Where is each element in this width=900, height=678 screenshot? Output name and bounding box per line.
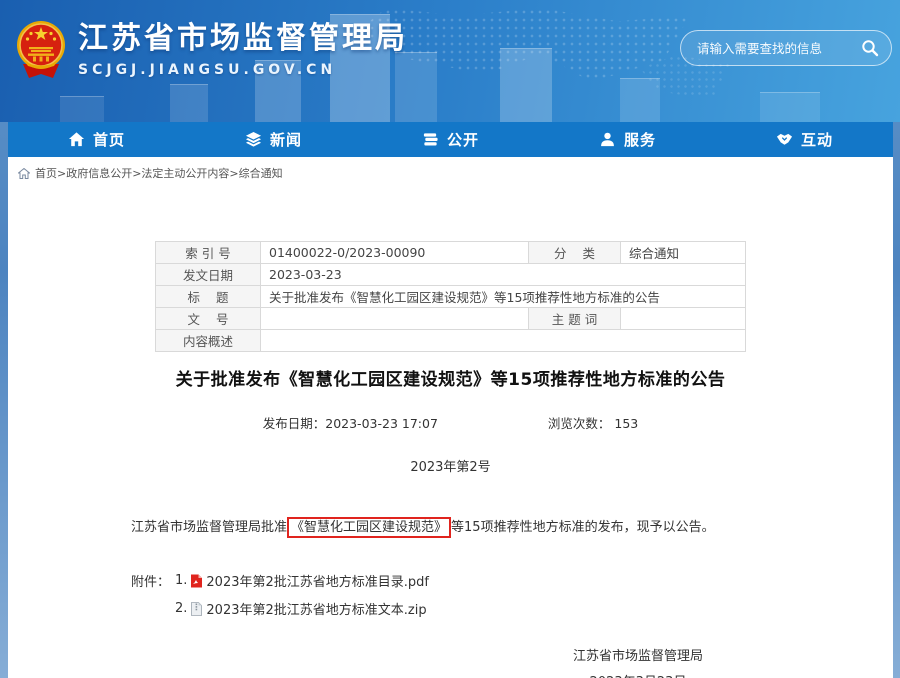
home-icon [68,131,85,148]
meta-label-summary: 内容概述 [156,330,261,352]
article-meta-row: 发布日期：2023-03-23 17:07 浏览次数： 153 [8,413,893,432]
nav-item-interaction[interactable]: 互动 [716,122,893,157]
site-banner: 江苏省市场监督管理局 SCJGJ.JIANGSU.GOV.CN [0,0,900,122]
cityscape-decoration [760,92,820,122]
content-area: 首页>政府信息公开>法定主动公开内容>综合通知 索 引 号 01400022-0… [8,157,893,678]
layers-icon [245,131,262,148]
home-icon [18,168,30,179]
zip-icon [190,602,203,616]
meta-value-summary [261,330,746,352]
breadcrumb-path[interactable]: 首页>政府信息公开>法定主动公开内容>综合通知 [35,165,283,181]
cityscape-decoration [620,78,660,122]
meta-label-index: 索 引 号 [156,242,261,264]
nav-label: 服务 [624,129,656,150]
attachment-index: 1. [175,573,187,588]
meta-label-category: 分 类 [529,242,621,264]
meta-label-date: 发文日期 [156,264,261,286]
user-icon [599,131,616,148]
signature-organization: 江苏省市场监督管理局 [533,644,743,670]
attachment-list: 1. 2023年第2批江苏省地方标准目录.pdf 2. [175,571,429,618]
nav-item-services[interactable]: 服务 [539,122,716,157]
meta-value-category: 综合通知 [621,242,746,264]
breadcrumb: 首页>政府信息公开>法定主动公开内容>综合通知 [8,157,893,186]
attachment-link-zip[interactable]: 2. 2023年第2批江苏省地方标准文本.zip [175,599,429,618]
meta-value-title: 关于批准发布《智慧化工园区建设规范》等15项推荐性地方标准的公告 [261,286,746,308]
nav-label: 新闻 [270,129,302,150]
signature-date: 2023年3月23日 [533,670,743,678]
document-number: 2023年第2号 [8,456,893,475]
meta-label-title: 标 题 [156,286,261,308]
nav-label: 公开 [447,129,479,150]
nav-label: 首页 [93,129,125,150]
article-title: 关于批准发布《智慧化工园区建设规范》等15项推荐性地方标准的公告 [8,365,893,390]
search-icon[interactable] [861,39,879,57]
cityscape-decoration [500,48,552,122]
publish-date: 发布日期：2023-03-23 17:07 [263,413,438,432]
attachments: 附件： 1. 2023年第2批江苏省地方标准目录.pdf 2. [131,571,893,618]
article-body: 江苏省市场监督管理局批准《智慧化工园区建设规范》等15项推荐性地方标准的发布，现… [131,517,833,538]
nav-item-home[interactable]: 首页 [8,122,185,157]
site-title: 江苏省市场监督管理局 [78,20,408,58]
search-box [680,30,892,66]
handshake-icon [776,131,793,148]
cityscape-decoration [60,96,104,122]
nav-label: 互动 [801,129,833,150]
page: 江苏省市场监督管理局 SCJGJ.JIANGSU.GOV.CN 首页 [0,0,900,678]
attachment-name: 2023年第2批江苏省地方标准目录.pdf [206,571,429,590]
attachment-link-pdf[interactable]: 1. 2023年第2批江苏省地方标准目录.pdf [175,571,429,590]
highlighted-standard-name: 《智慧化工园区建设规范》 [287,517,451,538]
site-brand: 江苏省市场监督管理局 SCJGJ.JIANGSU.GOV.CN [16,20,408,80]
attachment-label: 附件： [131,571,175,618]
search-input[interactable] [697,41,861,56]
site-domain: SCJGJ.JIANGSU.GOV.CN [78,62,408,78]
national-emblem-icon [16,20,66,80]
meta-label-docno: 文 号 [156,308,261,330]
view-count: 浏览次数： 153 [548,413,638,432]
document-meta-table: 索 引 号 01400022-0/2023-00090 分 类 综合通知 发文日… [155,241,746,352]
signature-block: 江苏省市场监督管理局 2023年3月23日 [533,644,743,678]
meta-value-date: 2023-03-23 [261,264,746,286]
attachment-index: 2. [175,601,187,616]
nav-item-disclosure[interactable]: 公开 [362,122,539,157]
meta-value-docno [261,308,529,330]
nav-item-news[interactable]: 新闻 [185,122,362,157]
main-nav: 首页 新闻 公开 服务 [8,122,893,157]
meta-label-keywords: 主 题 词 [529,308,621,330]
meta-value-index: 01400022-0/2023-00090 [261,242,529,264]
books-icon [422,131,439,148]
cityscape-decoration [170,84,208,122]
attachment-name: 2023年第2批江苏省地方标准文本.zip [206,599,426,618]
meta-value-keywords [621,308,746,330]
pdf-icon [190,574,203,588]
